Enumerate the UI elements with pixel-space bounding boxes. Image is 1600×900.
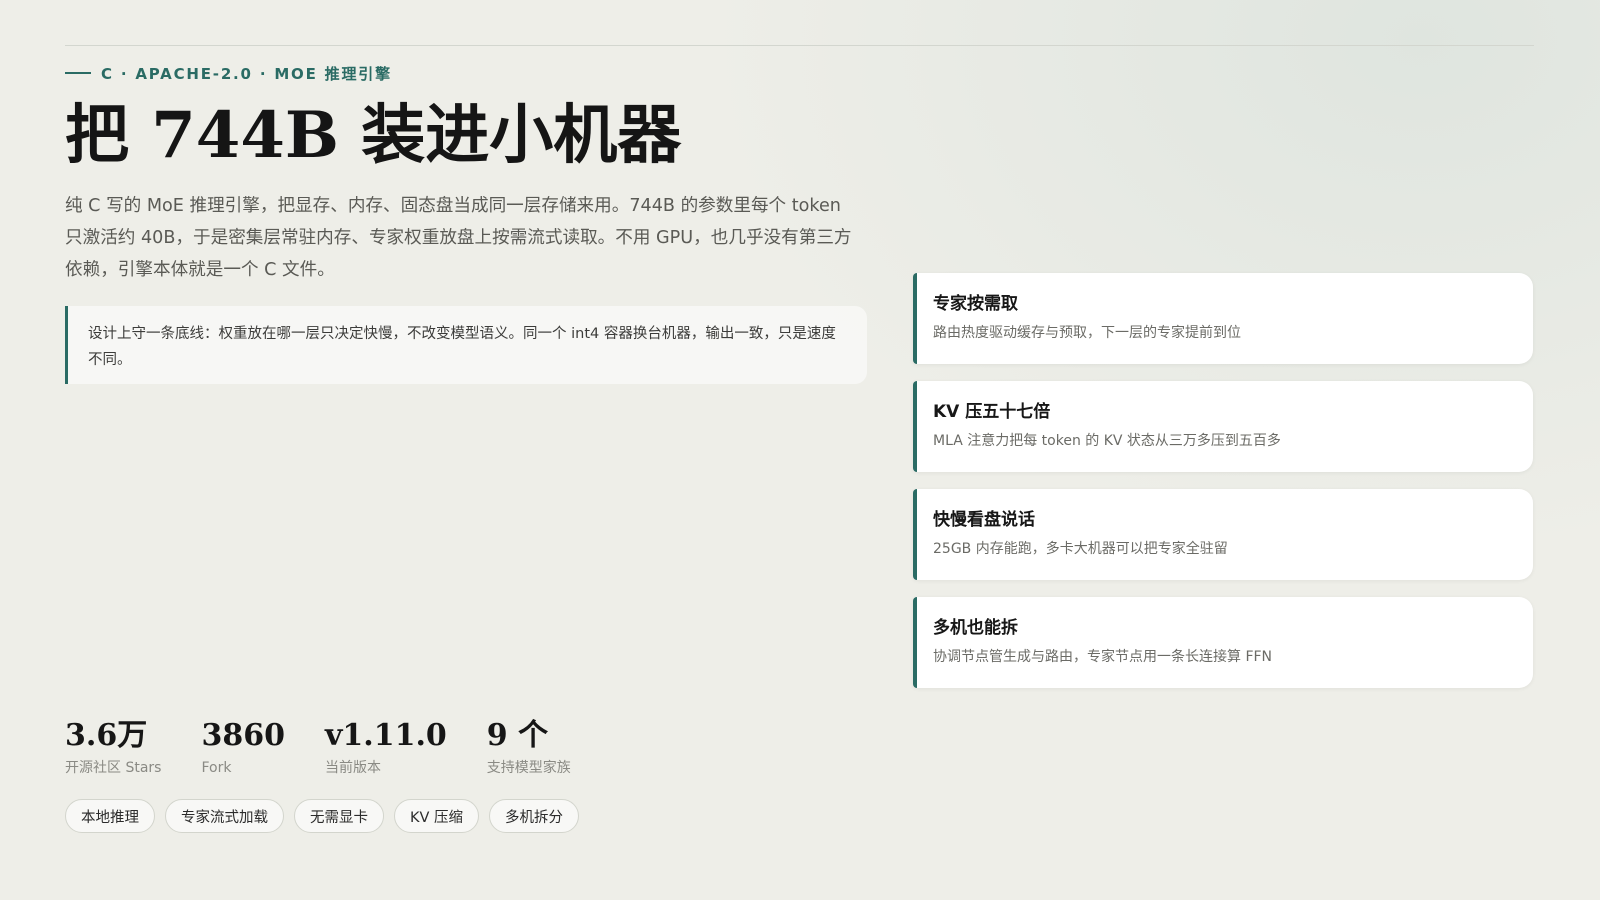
tag-multi-node[interactable]: 多机拆分 xyxy=(489,799,580,833)
eyebrow-text: C · APACHE-2.0 · MOE 推理引擎 xyxy=(101,64,392,83)
feature-list: 专家按需取 路由热度驱动缓存与预取，下一层的专家提前到位 KV 压五十七倍 ML… xyxy=(913,273,1533,705)
stat-label: Fork xyxy=(201,760,232,776)
stat-label: 支持模型家族 xyxy=(486,760,571,776)
feature-title: 多机也能拆 xyxy=(933,618,1018,638)
stat-label: 开源社区 Stars xyxy=(65,760,162,776)
top-divider xyxy=(65,45,1534,46)
tag-kv-compression[interactable]: KV 压缩 xyxy=(394,799,480,833)
tag-list: 本地推理 专家流式加载 无需显卡 KV 压缩 多机拆分 xyxy=(65,799,580,833)
tag-no-gpu[interactable]: 无需显卡 xyxy=(294,799,384,833)
eyebrow: C · APACHE-2.0 · MOE 推理引擎 xyxy=(65,63,392,83)
feature-desc: 25GB 内存能跑，多卡大机器可以把专家全驻留 xyxy=(933,541,1228,557)
stat-version: v1.11.0 当前版本 xyxy=(325,716,447,778)
feature-title: KV 压五十七倍 xyxy=(933,402,1051,422)
feature-desc: 路由热度驱动缓存与预取，下一层的专家提前到位 xyxy=(933,325,1241,341)
page-title: 把 744B 装进小机器 xyxy=(65,98,682,173)
eyebrow-dash xyxy=(65,72,91,74)
feature-desc: MLA 注意力把每 token 的 KV 状态从三万多压到五百多 xyxy=(933,433,1281,449)
feature-card-multi-node: 多机也能拆 协调节点管生成与路由，专家节点用一条长连接算 FFN xyxy=(913,597,1533,688)
stat-label: 当前版本 xyxy=(324,760,381,776)
feature-title: 专家按需取 xyxy=(933,294,1018,314)
stat-stars: 3.6万 开源社区 Stars xyxy=(65,716,161,778)
stat-value: 3860 xyxy=(201,718,285,753)
tag-local-inference[interactable]: 本地推理 xyxy=(65,799,155,833)
tag-expert-streaming[interactable]: 专家流式加载 xyxy=(165,799,284,833)
stat-forks: 3860 Fork xyxy=(201,716,285,778)
design-note: 设计上守一条底线：权重放在哪一层只决定快慢，不改变模型语义。同一个 int4 容… xyxy=(65,306,867,384)
stat-value: v1.11.0 xyxy=(324,718,447,753)
feature-card-disk: 快慢看盘说话 25GB 内存能跑，多卡大机器可以把专家全驻留 xyxy=(913,489,1533,580)
feature-card-experts: 专家按需取 路由热度驱动缓存与预取，下一层的专家提前到位 xyxy=(913,273,1533,364)
feature-title: 快慢看盘说话 xyxy=(933,510,1035,530)
stat-value: 3.6万 xyxy=(65,718,148,753)
feature-desc: 协调节点管生成与路由，专家节点用一条长连接算 FFN xyxy=(933,649,1273,665)
stat-value: 9 个 xyxy=(486,718,549,753)
stats-row: 3.6万 开源社区 Stars 3860 Fork v1.11.0 当前版本 9… xyxy=(65,716,571,778)
feature-card-kv: KV 压五十七倍 MLA 注意力把每 token 的 KV 状态从三万多压到五百… xyxy=(913,381,1533,472)
lede-paragraph: 纯 C 写的 MoE 推理引擎，把显存、内存、固态盘当成同一层存储来用。744B… xyxy=(65,196,852,280)
stat-model-families: 9 个 支持模型家族 xyxy=(487,716,571,778)
